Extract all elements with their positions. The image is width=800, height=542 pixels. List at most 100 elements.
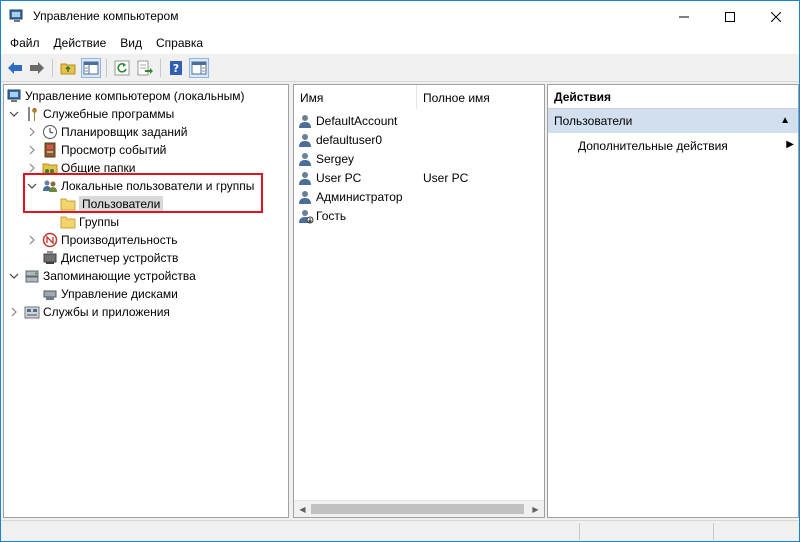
collapse-up-icon[interactable]: ▲ bbox=[780, 115, 790, 126]
tree-item-label: Просмотр событий bbox=[61, 143, 167, 157]
computer-management-icon bbox=[9, 9, 25, 23]
chevron-right-icon[interactable] bbox=[26, 144, 38, 156]
actions-section-users[interactable]: Пользователи ▲ bbox=[548, 109, 798, 133]
close-button[interactable] bbox=[753, 1, 799, 32]
list-item[interactable]: defaultuser0 bbox=[298, 130, 382, 149]
user-icon bbox=[299, 114, 311, 128]
tree-item-label: Службы и приложения bbox=[43, 305, 170, 319]
tree-item-label: Запоминающие устройства bbox=[43, 269, 196, 283]
show-console-tree-button[interactable] bbox=[81, 58, 101, 78]
tree-item-label: Планировщик заданий bbox=[61, 125, 188, 139]
menu-action[interactable]: Действие bbox=[47, 33, 114, 53]
tree-item-performance[interactable]: Производительность bbox=[26, 231, 177, 249]
user-name: User PC bbox=[316, 170, 362, 185]
performance-icon bbox=[42, 232, 58, 248]
svg-text:?: ? bbox=[173, 62, 179, 75]
more-actions-label: Дополнительные действия bbox=[578, 139, 728, 153]
minimize-button[interactable] bbox=[661, 1, 707, 32]
action-pane-icon bbox=[191, 61, 207, 75]
menu-help[interactable]: Справка bbox=[149, 33, 210, 53]
user-name: Администратор bbox=[316, 189, 403, 204]
tree-item-disk-management[interactable]: Управление дисками bbox=[26, 285, 178, 303]
list-item[interactable]: Гость bbox=[298, 206, 346, 225]
user-name: Sergey bbox=[316, 151, 355, 166]
menu-view[interactable]: Вид bbox=[113, 33, 149, 53]
tree-item-label: Управление дисками bbox=[61, 287, 178, 301]
list-header: Имя Полное имя bbox=[294, 85, 544, 111]
tree-item-event-viewer[interactable]: Просмотр событий bbox=[26, 141, 166, 159]
show-action-pane-button[interactable] bbox=[189, 58, 209, 78]
refresh-icon bbox=[114, 60, 130, 76]
tree-item-label: Диспетчер устройств bbox=[61, 251, 179, 265]
services-icon bbox=[24, 304, 40, 320]
menu-file[interactable]: Файл bbox=[3, 33, 47, 53]
list-item[interactable]: User PC User PC bbox=[298, 168, 468, 187]
actions-pane: Действия Пользователи ▲ Дополнительные д… bbox=[547, 84, 799, 518]
computer-management-icon bbox=[6, 88, 22, 104]
column-header-full-name[interactable]: Полное имя bbox=[423, 91, 490, 105]
computer-management-window: Управление компьютером Файл Действие Вид… bbox=[0, 0, 800, 542]
toolbar: ? bbox=[1, 54, 799, 82]
help-icon: ? bbox=[170, 61, 182, 75]
storage-icon bbox=[24, 268, 40, 284]
tree-item-task-scheduler[interactable]: Планировщик заданий bbox=[26, 123, 187, 141]
tree-item-root[interactable]: Управление компьютером (локальным) bbox=[6, 87, 245, 105]
tree-item-system-tools[interactable]: Служебные программы bbox=[8, 105, 174, 123]
console-tree-pane: Управление компьютером (локальным) Служе… bbox=[3, 84, 289, 518]
column-header-name[interactable]: Имя bbox=[300, 91, 323, 105]
forward-arrow-icon bbox=[30, 62, 44, 74]
tree-item-services-apps[interactable]: Службы и приложения bbox=[8, 303, 170, 321]
user-icon bbox=[299, 190, 311, 204]
chevron-right-icon[interactable] bbox=[26, 234, 38, 246]
maximize-button[interactable] bbox=[707, 1, 753, 32]
submenu-arrow-icon: ▶ bbox=[786, 139, 794, 150]
refresh-button[interactable] bbox=[112, 58, 132, 78]
list-item[interactable]: Администратор bbox=[298, 187, 403, 206]
user-name: defaultuser0 bbox=[316, 132, 383, 147]
back-button[interactable] bbox=[5, 58, 25, 78]
clock-icon bbox=[42, 124, 58, 140]
chevron-down-icon[interactable] bbox=[8, 270, 20, 282]
scrollbar-thumb[interactable] bbox=[311, 504, 524, 514]
user-disabled-icon bbox=[299, 209, 314, 223]
users-list-pane: Имя Полное имя DefaultAccount defaultuse… bbox=[293, 84, 545, 518]
tree-item-label: Управление компьютером (локальным) bbox=[25, 89, 245, 103]
list-item[interactable]: DefaultAccount bbox=[298, 111, 397, 130]
chevron-down-icon[interactable] bbox=[8, 108, 20, 120]
more-actions-item[interactable]: Дополнительные действия ▶ bbox=[578, 139, 794, 153]
tree-item-label: Производительность bbox=[61, 233, 178, 247]
device-manager-icon bbox=[42, 250, 58, 266]
folder-icon bbox=[60, 214, 76, 230]
tree-item-device-manager[interactable]: Диспетчер устройств bbox=[26, 249, 178, 267]
chevron-right-icon[interactable] bbox=[26, 126, 38, 138]
tree-item-label: Группы bbox=[79, 215, 119, 229]
user-name: DefaultAccount bbox=[316, 113, 398, 128]
tree-item-storage[interactable]: Запоминающие устройства bbox=[8, 267, 196, 285]
actions-header: Действия bbox=[548, 85, 798, 109]
list-item[interactable]: Sergey bbox=[298, 149, 354, 168]
export-icon bbox=[137, 60, 153, 76]
scroll-left-icon[interactable]: ◀ bbox=[294, 501, 311, 517]
red-highlight-frame bbox=[23, 173, 263, 213]
chevron-right-icon[interactable] bbox=[8, 306, 20, 318]
scroll-right-icon[interactable]: ▶ bbox=[527, 501, 544, 517]
back-arrow-icon bbox=[8, 62, 22, 74]
menu-bar: Файл Действие Вид Справка bbox=[1, 32, 799, 54]
export-list-button[interactable] bbox=[135, 58, 155, 78]
horizontal-scrollbar[interactable]: ◀ ▶ bbox=[294, 500, 544, 517]
tools-icon bbox=[24, 106, 40, 122]
folder-up-icon bbox=[60, 63, 76, 75]
user-full-name: User PC bbox=[423, 170, 469, 185]
tree-item-groups[interactable]: Группы bbox=[60, 213, 119, 231]
window-title: Управление компьютером bbox=[33, 9, 179, 23]
user-icon bbox=[299, 133, 311, 147]
help-button[interactable]: ? bbox=[166, 58, 186, 78]
title-bar: Управление компьютером bbox=[1, 1, 799, 32]
status-bar bbox=[1, 520, 799, 541]
forward-button[interactable] bbox=[27, 58, 47, 78]
up-folder-button[interactable] bbox=[58, 58, 78, 78]
user-name: Гость bbox=[316, 208, 347, 223]
console-tree-icon bbox=[83, 61, 99, 75]
user-icon bbox=[299, 171, 311, 185]
tree-item-label: Служебные программы bbox=[43, 107, 175, 121]
